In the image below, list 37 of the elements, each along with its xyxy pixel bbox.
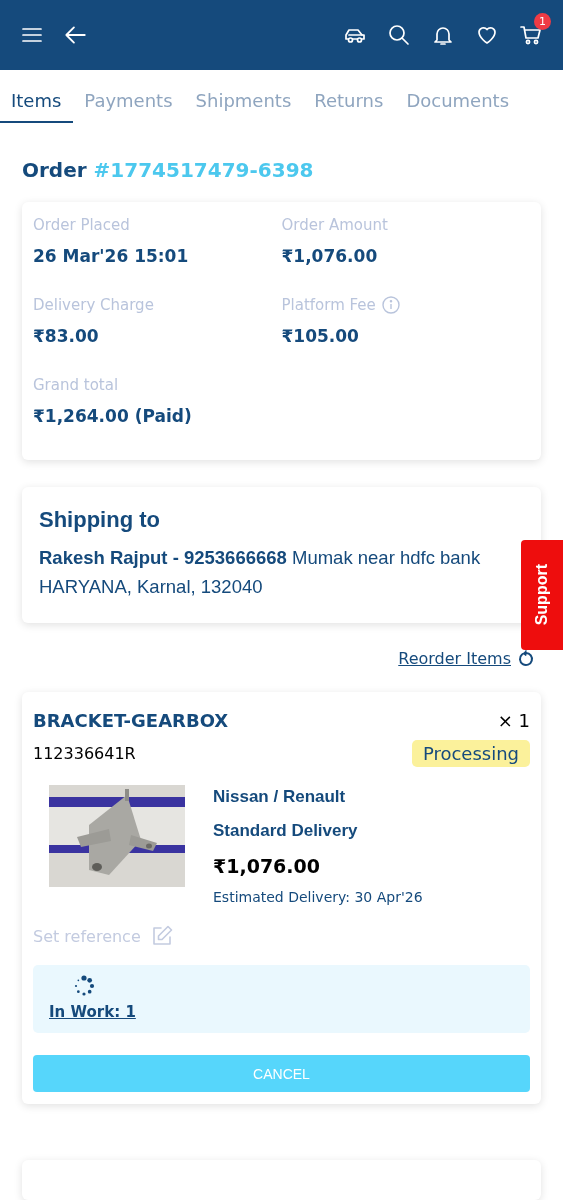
estimated-delivery: Estimated Delivery: 30 Apr'26	[213, 889, 423, 905]
summary-value: ₹1,264.00 (Paid)	[33, 406, 193, 426]
order-label: Order	[22, 158, 87, 182]
part-number: 112336641R	[33, 744, 136, 763]
status-badge: Processing	[411, 740, 530, 767]
order-number: #1774517479-6398	[93, 158, 314, 182]
summary-value: ₹105.00	[281, 326, 360, 346]
tab[interactable]: Returns	[303, 84, 396, 123]
cart-badge: 1	[534, 13, 551, 30]
tab[interactable]: Documents	[395, 84, 521, 123]
refresh-icon[interactable]	[517, 649, 535, 668]
cart-icon[interactable]	[519, 23, 543, 47]
item-name: BRACKET-GEARBOX	[33, 710, 229, 731]
reorder-link[interactable]: Reorder Items	[398, 649, 511, 668]
in-work-link[interactable]: In Work: 1	[49, 1003, 136, 1021]
summary-label: Order Amount	[281, 216, 388, 234]
delivery-type: Standard Delivery	[213, 821, 359, 841]
tab[interactable]: Items	[0, 84, 74, 123]
item-quantity: × 1	[497, 710, 530, 731]
item-price: ₹1,076.00	[213, 855, 321, 877]
summary-value: ₹1,076.00	[281, 246, 379, 266]
tab[interactable]: Payments	[73, 84, 185, 123]
support-tab[interactable]: Support	[521, 540, 563, 650]
summary-label: Platform Fee	[281, 296, 376, 314]
summary-value: 26 Mar'26 15:01	[33, 246, 190, 266]
tab[interactable]: Shipments	[184, 84, 304, 123]
cancel-button[interactable]: CANCEL	[33, 1055, 530, 1092]
summary-label: Delivery Charge	[33, 296, 154, 314]
shipping-address: Rakesh Rajput - 9253666668 Mumak near hdfc bank HARYANA, Karnal, 132040	[39, 546, 482, 599]
summary-label: Order Placed	[33, 216, 130, 234]
spinner-icon	[73, 975, 95, 997]
item-brand: Nissan / Renault	[213, 787, 347, 807]
summary-value: ₹83.00	[33, 326, 100, 346]
summary-label: Grand total	[33, 376, 119, 394]
shipping-title: Shipping to	[39, 507, 161, 533]
set-reference-label: Set reference	[33, 926, 141, 946]
search-icon[interactable]	[387, 23, 411, 47]
